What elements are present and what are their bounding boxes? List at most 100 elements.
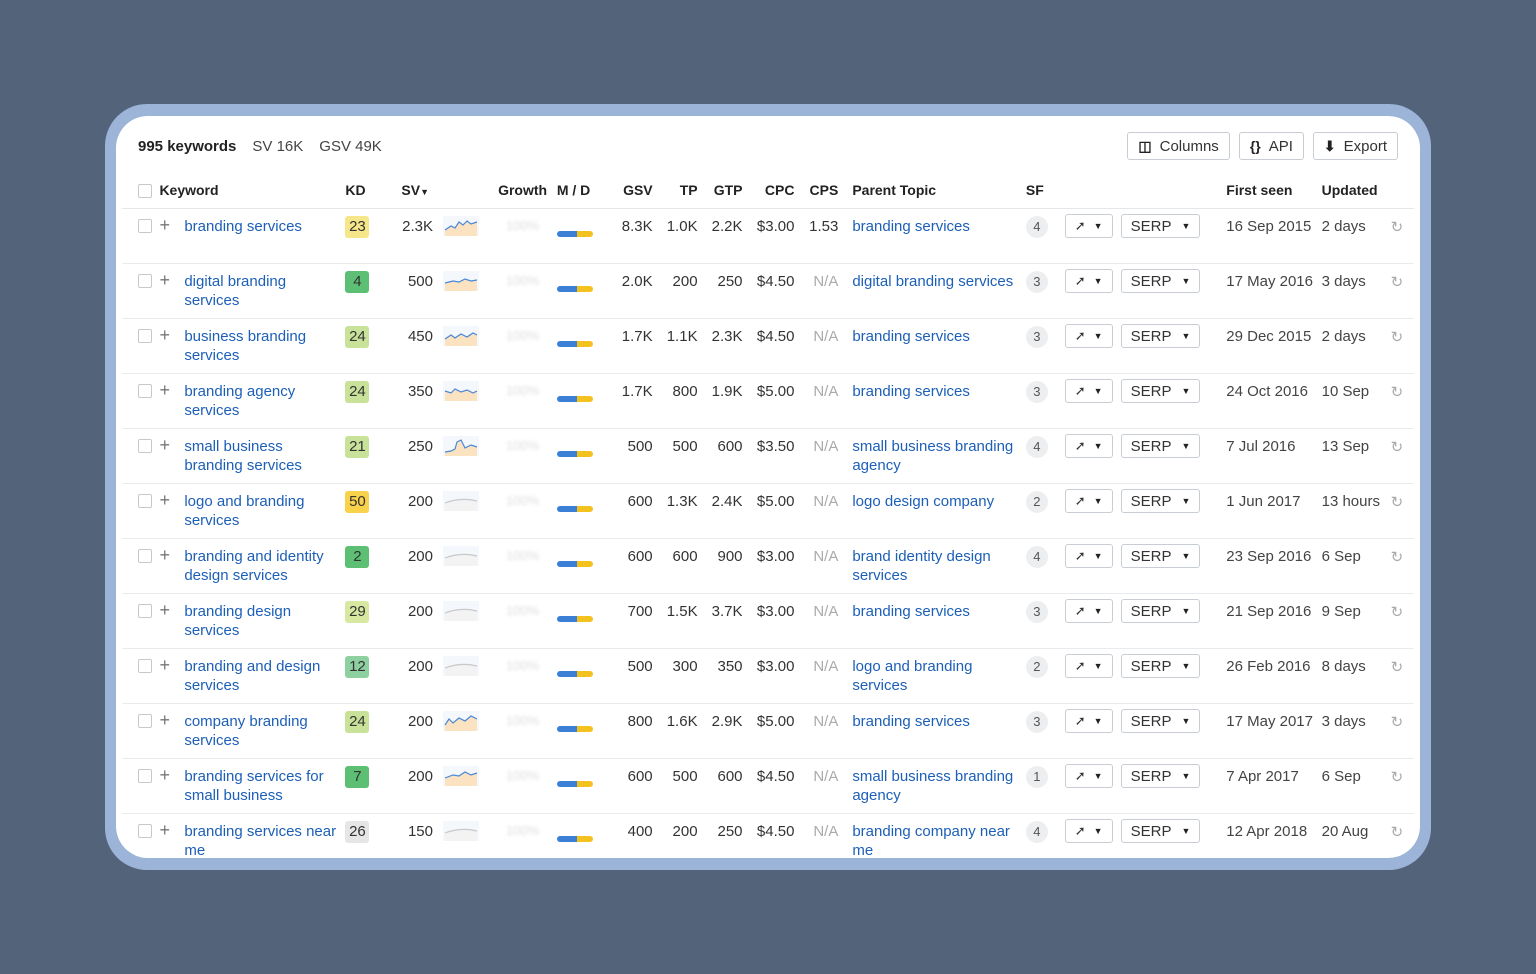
row-checkbox[interactable] xyxy=(138,384,152,398)
parent-topic-link[interactable]: logo design company xyxy=(838,483,1026,539)
sf-count-badge[interactable]: 4 xyxy=(1025,436,1048,458)
sf-count-badge[interactable]: 2 xyxy=(1025,491,1048,513)
refresh-icon[interactable]: ↻ xyxy=(1390,428,1414,484)
refresh-icon[interactable]: ↻ xyxy=(1390,758,1414,814)
keyword-link[interactable]: small business branding services xyxy=(184,428,338,484)
keyword-link[interactable]: company branding services xyxy=(184,703,338,759)
add-to-list-icon[interactable]: + xyxy=(159,208,185,264)
trend-dropdown[interactable]: ➚ ▼ xyxy=(1064,489,1113,513)
refresh-icon[interactable]: ↻ xyxy=(1390,373,1414,429)
col-keyword[interactable]: Keyword xyxy=(159,172,338,209)
col-updated[interactable]: Updated xyxy=(1321,172,1391,209)
select-all-checkbox[interactable] xyxy=(138,184,152,199)
col-kd[interactable]: KD xyxy=(337,172,390,209)
col-sv[interactable]: SV▼ xyxy=(389,172,433,209)
parent-topic-link[interactable]: branding company near me xyxy=(838,813,1026,858)
row-checkbox[interactable] xyxy=(138,549,152,563)
col-first-seen[interactable]: First seen xyxy=(1210,172,1322,209)
columns-button[interactable]: ◫ Columns xyxy=(1127,132,1230,160)
sf-count-badge[interactable]: 4 xyxy=(1025,546,1048,568)
serp-dropdown[interactable]: SERP ▼ xyxy=(1120,819,1201,843)
parent-topic-link[interactable]: branding services xyxy=(838,593,1026,649)
add-to-list-icon[interactable]: + xyxy=(159,593,185,649)
col-growth[interactable]: Growth xyxy=(488,172,557,209)
serp-dropdown[interactable]: SERP ▼ xyxy=(1120,434,1201,458)
keyword-link[interactable]: branding services for small business xyxy=(184,758,338,814)
trend-dropdown[interactable]: ➚ ▼ xyxy=(1064,764,1113,788)
row-checkbox[interactable] xyxy=(138,604,152,618)
serp-dropdown[interactable]: SERP ▼ xyxy=(1120,709,1201,733)
refresh-icon[interactable]: ↻ xyxy=(1390,813,1414,858)
col-cps[interactable]: CPS xyxy=(794,172,839,209)
col-sf[interactable]: SF xyxy=(1025,172,1065,209)
sf-count-badge[interactable]: 1 xyxy=(1025,766,1048,788)
trend-dropdown[interactable]: ➚ ▼ xyxy=(1064,324,1113,348)
refresh-icon[interactable]: ↻ xyxy=(1390,538,1414,594)
refresh-icon[interactable]: ↻ xyxy=(1390,318,1414,374)
parent-topic-link[interactable]: logo and branding services xyxy=(838,648,1026,704)
sf-count-badge[interactable]: 3 xyxy=(1025,271,1048,293)
trend-dropdown[interactable]: ➚ ▼ xyxy=(1064,379,1113,403)
row-checkbox[interactable] xyxy=(138,274,152,288)
trend-dropdown[interactable]: ➚ ▼ xyxy=(1064,709,1113,733)
add-to-list-icon[interactable]: + xyxy=(159,263,185,319)
sf-count-badge[interactable]: 4 xyxy=(1025,821,1048,843)
serp-dropdown[interactable]: SERP ▼ xyxy=(1120,654,1201,678)
keyword-link[interactable]: branding services near me xyxy=(184,813,338,858)
add-to-list-icon[interactable]: + xyxy=(159,373,185,429)
col-parent-topic[interactable]: Parent Topic xyxy=(838,172,1026,209)
parent-topic-link[interactable]: small business branding agency xyxy=(838,428,1026,484)
row-checkbox[interactable] xyxy=(138,714,152,728)
serp-dropdown[interactable]: SERP ▼ xyxy=(1120,489,1201,513)
parent-topic-link[interactable]: small business branding agency xyxy=(838,758,1026,814)
sf-count-badge[interactable]: 2 xyxy=(1025,656,1048,678)
col-cpc[interactable]: CPC xyxy=(742,172,795,209)
add-to-list-icon[interactable]: + xyxy=(159,703,185,759)
refresh-icon[interactable]: ↻ xyxy=(1390,208,1414,264)
parent-topic-link[interactable]: branding services xyxy=(838,373,1026,429)
trend-dropdown[interactable]: ➚ ▼ xyxy=(1064,269,1113,293)
add-to-list-icon[interactable]: + xyxy=(159,428,185,484)
add-to-list-icon[interactable]: + xyxy=(159,813,185,858)
serp-dropdown[interactable]: SERP ▼ xyxy=(1120,324,1201,348)
row-checkbox[interactable] xyxy=(138,439,152,453)
refresh-icon[interactable]: ↻ xyxy=(1390,263,1414,319)
trend-dropdown[interactable]: ➚ ▼ xyxy=(1064,434,1113,458)
keyword-link[interactable]: branding design services xyxy=(184,593,338,649)
parent-topic-link[interactable]: digital branding services xyxy=(838,263,1026,319)
sf-count-badge[interactable]: 4 xyxy=(1025,216,1048,238)
row-checkbox[interactable] xyxy=(138,824,152,838)
export-button[interactable]: ⬇ Export xyxy=(1312,132,1398,160)
row-checkbox[interactable] xyxy=(138,659,152,673)
keyword-link[interactable]: branding services xyxy=(184,208,338,264)
add-to-list-icon[interactable]: + xyxy=(159,318,185,374)
sf-count-badge[interactable]: 3 xyxy=(1025,711,1048,733)
keyword-link[interactable]: branding agency services xyxy=(184,373,338,429)
sf-count-badge[interactable]: 3 xyxy=(1025,326,1048,348)
serp-dropdown[interactable]: SERP ▼ xyxy=(1120,764,1201,788)
trend-dropdown[interactable]: ➚ ▼ xyxy=(1064,599,1113,623)
trend-dropdown[interactable]: ➚ ▼ xyxy=(1064,654,1113,678)
api-button[interactable]: {} API xyxy=(1238,132,1304,160)
refresh-icon[interactable]: ↻ xyxy=(1390,703,1414,759)
trend-dropdown[interactable]: ➚ ▼ xyxy=(1064,214,1113,238)
row-checkbox[interactable] xyxy=(138,329,152,343)
col-gsv[interactable]: GSV xyxy=(605,172,653,209)
keyword-link[interactable]: branding and design services xyxy=(184,648,338,704)
col-gtp[interactable]: GTP xyxy=(697,172,743,209)
col-tp[interactable]: TP xyxy=(652,172,698,209)
add-to-list-icon[interactable]: + xyxy=(159,648,185,704)
keyword-link[interactable]: logo and branding services xyxy=(184,483,338,539)
trend-dropdown[interactable]: ➚ ▼ xyxy=(1064,544,1113,568)
refresh-icon[interactable]: ↻ xyxy=(1390,483,1414,539)
trend-dropdown[interactable]: ➚ ▼ xyxy=(1064,819,1113,843)
add-to-list-icon[interactable]: + xyxy=(159,483,185,539)
add-to-list-icon[interactable]: + xyxy=(159,538,185,594)
refresh-icon[interactable]: ↻ xyxy=(1390,593,1414,649)
keyword-link[interactable]: digital branding services xyxy=(184,263,338,319)
row-checkbox[interactable] xyxy=(138,494,152,508)
serp-dropdown[interactable]: SERP ▼ xyxy=(1120,214,1201,238)
row-checkbox[interactable] xyxy=(138,219,152,233)
serp-dropdown[interactable]: SERP ▼ xyxy=(1120,599,1201,623)
parent-topic-link[interactable]: branding services xyxy=(838,208,1026,264)
